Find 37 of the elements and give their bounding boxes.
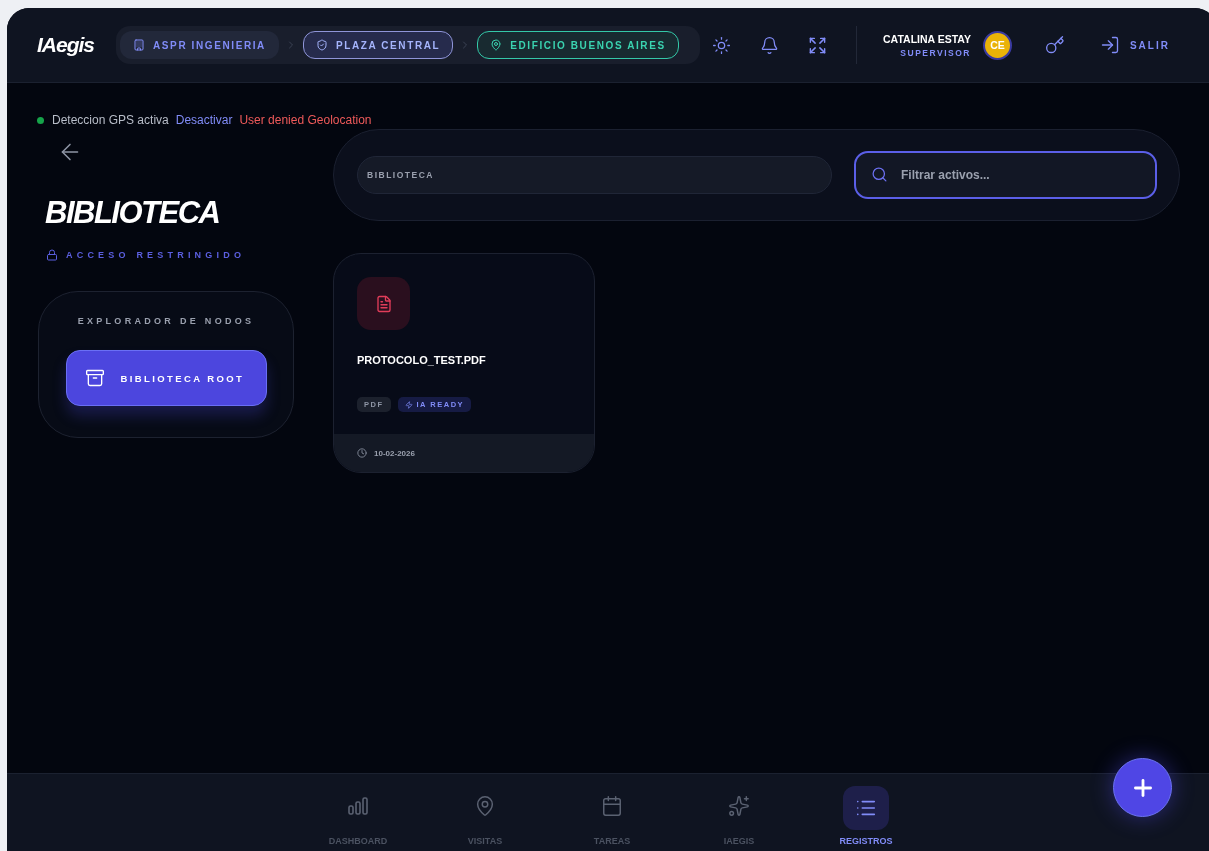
path-field[interactable]: BIBLIOTECA (357, 156, 832, 194)
clock-icon (357, 448, 367, 458)
breadcrumb[interactable]: ASPR INGENIERIA (120, 31, 279, 59)
lock-icon (46, 249, 58, 261)
breadcrumb[interactable]: EDIFICIO BUENOS AIRES (477, 31, 679, 59)
gps-status: Deteccion GPS activa (52, 113, 169, 127)
nav-item[interactable]: REGISTROS (802, 786, 930, 846)
breadcrumb[interactable]: PLAZA CENTRAL (302, 31, 454, 59)
building-icon (133, 39, 146, 51)
bar-chart-icon (347, 795, 369, 817)
lightning-icon (404, 400, 413, 409)
access-label: ACCESO RESTRINGIDO (66, 250, 246, 260)
map-pin-icon (474, 795, 496, 817)
search-icon (871, 166, 888, 183)
gps-error: User denied Geolocation (239, 113, 372, 127)
key-icon (1044, 35, 1065, 55)
document-icon (374, 294, 393, 313)
bell-icon (759, 35, 779, 55)
deactivate-link[interactable]: Desactivar (175, 113, 233, 127)
panel-title: EXPLORADOR DE NODOS (77, 316, 255, 326)
page-title: BIBLIOTECA (45, 195, 221, 231)
expand-icon (807, 35, 827, 55)
user-name: CATALINA ESTAY (883, 32, 971, 45)
calendar-icon (601, 795, 623, 817)
node-button[interactable]: BIBLIOTECA ROOT (65, 350, 267, 406)
sun-icon (711, 35, 731, 55)
user-role: SUPERVISOR (900, 47, 971, 58)
search-field[interactable]: Filtrar activos... (854, 151, 1157, 199)
file-date: 10-02-2026 (374, 448, 415, 458)
app-logo[interactable]: IAegis (37, 33, 95, 57)
map-pin-icon (490, 39, 503, 51)
logout-button[interactable]: SALIR (1099, 35, 1170, 55)
shield-icon (315, 39, 328, 51)
file-name: PROTOCOLO_TEST.PDF (357, 354, 487, 366)
sparkles-icon (728, 795, 750, 817)
logout-icon (1099, 35, 1120, 55)
archive-icon (84, 368, 105, 388)
